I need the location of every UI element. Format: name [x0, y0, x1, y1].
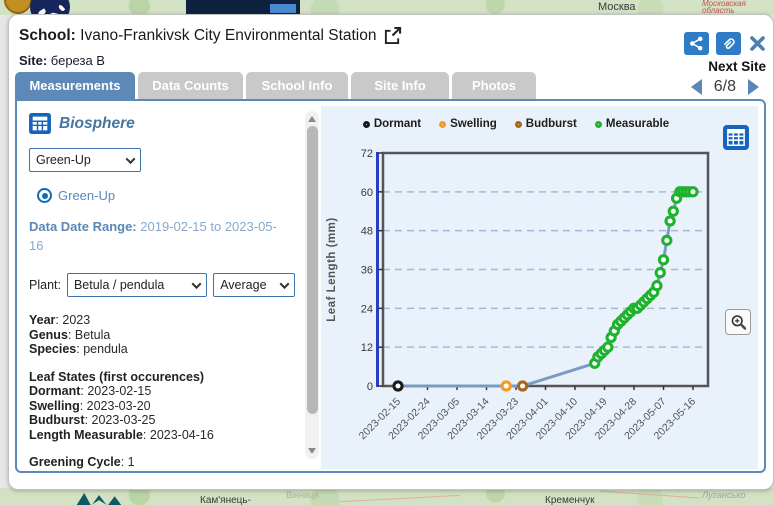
globe-program-logo — [4, 0, 32, 14]
school-title: School: Ivano-Frankivsk City Environment… — [19, 27, 402, 45]
svg-text:72: 72 — [361, 148, 373, 160]
share-button[interactable] — [684, 32, 709, 55]
site-data-dialog: School: Ivano-Frankivsk City Environment… — [8, 14, 774, 490]
school-label: School: — [19, 27, 76, 44]
map-city-label: Кам'янець- — [200, 495, 251, 505]
greenup-radio-label: Green-Up — [58, 188, 115, 203]
chart-legend: Dormant Swelling Budburst Measurable — [321, 118, 711, 130]
leaf-state-dormant: Dormant: 2023-02-15 — [29, 384, 295, 399]
magnifier-plus-icon — [730, 314, 747, 331]
map-road — [340, 495, 460, 502]
detail-species: Species: pendula — [29, 342, 295, 357]
tab-measurements[interactable]: Measurements — [15, 72, 135, 99]
next-site-arrow[interactable] — [748, 79, 759, 95]
map-city-label: Кременчук — [545, 495, 595, 505]
legend-item-dormant: Dormant — [363, 118, 421, 130]
chart-zoom-button[interactable] — [725, 309, 751, 335]
svg-text:36: 36 — [361, 265, 373, 277]
detail-greening-cycle: Greening Cycle: 1 — [29, 455, 295, 470]
detail-year: Year: 2023 — [29, 313, 295, 328]
plant-label: Plant: — [29, 278, 61, 292]
leaf-state-measurable: Length Measurable: 2023-04-16 — [29, 428, 295, 443]
leaf-length-chart-container: Dormant Swelling Budburst Measurable 0 12 24 3… — [321, 106, 758, 469]
chevron-down-icon — [192, 279, 202, 289]
background-map-bottom: Кам'янець- Вінниця Кременчук Лугансько — [0, 488, 774, 505]
detail-vegetation-type: Vegetation Type: tree — [29, 470, 295, 472]
sidebar-scrollbar[interactable] — [305, 111, 319, 459]
leaf-state-swelling: Swelling: 2023-03-20 — [29, 399, 295, 414]
scrollbar-thumb[interactable] — [307, 126, 318, 414]
next-site-label: Next Site — [708, 59, 766, 74]
leaf-states-heading: Leaf States (first occurences) — [29, 370, 295, 385]
chevron-down-icon — [126, 154, 136, 164]
map-city-label: Вінниця — [286, 490, 319, 500]
detail-genus: Genus: Betula — [29, 328, 295, 343]
map-toolbar-fragment — [186, 0, 300, 15]
legend-ring-icon — [515, 121, 522, 128]
site-label: Site: — [19, 53, 47, 68]
map-city-label: Москва — [598, 1, 636, 13]
legend-item-budburst: Budburst — [515, 118, 577, 130]
background-map-top: Москва Московская область — [0, 0, 774, 15]
statistic-select[interactable]: Average — [213, 273, 295, 297]
svg-text:Leaf Length (mm): Leaf Length (mm) — [326, 217, 338, 321]
legend-item-swelling: Swelling — [439, 118, 497, 130]
chevron-down-icon — [280, 279, 290, 289]
map-marker-icon — [76, 493, 122, 505]
site-page-indicator: 6/8 — [714, 78, 736, 96]
paperclip-icon — [721, 36, 737, 52]
section-title: Biosphere — [59, 115, 135, 133]
site-title: Site: береза B — [19, 53, 105, 68]
site-name: береза B — [51, 53, 105, 68]
tab-site-info[interactable]: Site Info — [351, 72, 449, 99]
close-icon — [750, 36, 765, 51]
scroll-up-arrow[interactable] — [308, 116, 316, 122]
protocol-select[interactable]: Green-Up — [29, 148, 141, 172]
measurement-sidebar: Biosphere Green-Up Green-Up Data Date Ra… — [17, 101, 301, 471]
svg-text:24: 24 — [361, 303, 373, 315]
svg-text:60: 60 — [361, 187, 373, 199]
school-name: Ivano-Frankivsk City Environmental Stati… — [80, 27, 376, 44]
tab-bar: Measurements Data Counts School Info Sit… — [15, 72, 536, 99]
svg-text:12: 12 — [361, 342, 373, 354]
legend-ring-icon — [363, 121, 370, 128]
leaf-length-chart: 01224364860722023-02-152023-02-242023-03… — [321, 132, 756, 466]
close-button[interactable] — [748, 34, 767, 53]
plant-select[interactable]: Betula / pendula — [67, 273, 207, 297]
data-date-range: Data Date Range: 2019-02-15 to 2023-05-1… — [29, 217, 279, 255]
permalink-button[interactable] — [716, 32, 741, 55]
share-icon — [689, 36, 704, 51]
map-road — [600, 491, 700, 499]
open-external-icon[interactable] — [383, 27, 402, 45]
previous-site-arrow[interactable] — [691, 79, 702, 95]
svg-text:0: 0 — [367, 381, 373, 393]
data-table-icon — [29, 113, 51, 134]
legend-item-measurable: Measurable — [595, 118, 669, 130]
legend-ring-icon — [439, 121, 446, 128]
legend-ring-icon — [595, 121, 602, 128]
tab-school-info[interactable]: School Info — [246, 72, 348, 99]
tab-photos[interactable]: Photos — [452, 72, 536, 99]
tab-data-counts[interactable]: Data Counts — [138, 72, 243, 99]
map-region-label: Московская область — [702, 0, 772, 14]
scroll-down-arrow[interactable] — [308, 448, 316, 454]
greenup-radio[interactable] — [37, 188, 52, 203]
leaf-state-budburst: Budburst: 2023-03-25 — [29, 413, 295, 428]
screen: Москва Московская область Кам'янець- Він… — [0, 0, 774, 505]
site-pager: 6/8 — [691, 78, 759, 96]
measurements-panel: Biosphere Green-Up Green-Up Data Date Ra… — [15, 99, 766, 473]
biosphere-sphere-logo — [30, 0, 70, 15]
svg-text:48: 48 — [361, 226, 373, 238]
map-region-label: Лугансько — [702, 490, 745, 500]
